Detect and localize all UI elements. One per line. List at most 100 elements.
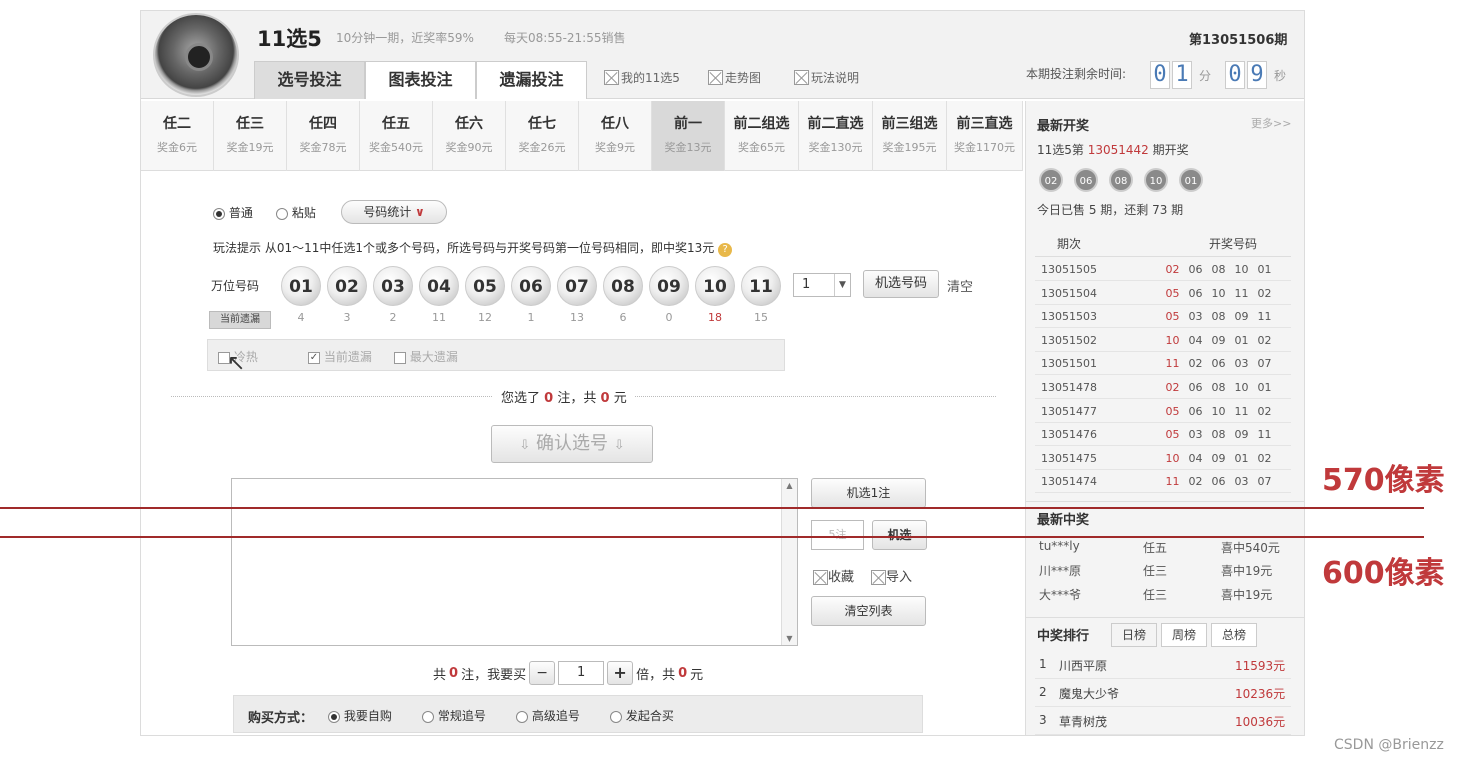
- arrow-down-icon: ⇩: [613, 438, 625, 453]
- random-count-input[interactable]: 5注: [811, 520, 864, 550]
- buy-self[interactable]: 我要自购: [328, 707, 392, 724]
- mode-paste[interactable]: 粘贴: [276, 204, 316, 221]
- winner-user: 川***原: [1039, 564, 1082, 578]
- tab-missing-bet[interactable]: 遗漏投注: [476, 61, 587, 99]
- draw-number: 09: [1211, 451, 1226, 465]
- draw-row: 13051476 05 03 08 09 11: [1035, 423, 1291, 447]
- buy-group[interactable]: 发起合买: [610, 707, 674, 724]
- tab-play-qian3-group[interactable]: 前三组选 奖金195元: [873, 101, 947, 171]
- winner-row: 大***爷 任三 喜中19元: [1035, 586, 1291, 606]
- winner-row: 川***原 任三 喜中19元: [1035, 562, 1291, 582]
- multiple-input[interactable]: 1: [558, 661, 605, 685]
- draw-numbers: 05 06 10 11 02: [1161, 405, 1276, 418]
- link-rules[interactable]: 玩法说明: [794, 69, 859, 86]
- draw-row: 13051477 05 06 10 11 02: [1035, 400, 1291, 423]
- draw-number: 05: [1165, 310, 1180, 324]
- buy-advanced-chase[interactable]: 高级追号: [516, 707, 580, 724]
- scrollbar[interactable]: ▲ ▼: [781, 479, 797, 645]
- missing-value: 15: [754, 311, 768, 324]
- import-button[interactable]: 导入: [871, 566, 912, 585]
- decrease-button[interactable]: −: [529, 661, 556, 685]
- play-name: 任四: [309, 116, 337, 132]
- tab-play-qian1[interactable]: 前一 奖金13元: [652, 101, 725, 171]
- number-ball-07[interactable]: 07: [557, 266, 597, 306]
- help-icon[interactable]: ?: [718, 243, 733, 257]
- draw-number: 08: [1211, 428, 1226, 442]
- number-ball-04[interactable]: 04: [419, 266, 459, 306]
- draw-number: 04: [1188, 333, 1203, 347]
- header-numbers: 开奖号码: [1209, 237, 1258, 251]
- random-pick-button[interactable]: 机选号码: [863, 270, 939, 298]
- tab-play-ren7[interactable]: 任七 奖金26元: [506, 101, 579, 171]
- random-one-button[interactable]: 机选1注: [811, 478, 926, 508]
- draw-number: 06: [1188, 263, 1203, 276]
- play-tip-text: 玩法提示 从01～11中任选1个或多个号码，所选号码与开奖号码第一位号码相同，即…: [213, 241, 715, 255]
- number-ball-11[interactable]: 11: [741, 266, 781, 306]
- play-name: 前三组选: [881, 116, 938, 132]
- link-my-lottery[interactable]: 我的11选5: [604, 69, 680, 86]
- ranking-row: 2 魔鬼大少爷 10236元: [1035, 679, 1291, 707]
- draw-number: 08: [1211, 310, 1226, 324]
- confirm-selection-button[interactable]: ⇩ 确认选号 ⇩: [491, 425, 653, 463]
- import-label: 导入: [886, 570, 913, 585]
- draw-numbers: 10 04 09 01 02: [1161, 452, 1276, 465]
- draw-numbers: 05 03 08 09 11: [1161, 310, 1276, 323]
- number-ball-02[interactable]: 02: [327, 266, 367, 306]
- draw-number: 02: [1257, 404, 1272, 418]
- filter-current-missing[interactable]: ✓ 当前遗漏: [308, 348, 372, 365]
- play-prize: 奖金1170元: [954, 141, 1015, 154]
- countdown-sec-tens: 0: [1225, 61, 1245, 89]
- favorite-button[interactable]: 收藏: [813, 566, 854, 585]
- tab-play-ren2[interactable]: 任二 奖金6元: [141, 101, 214, 171]
- filter-max-missing[interactable]: 最大遗漏: [394, 348, 458, 365]
- draw-number: 07: [1257, 475, 1272, 489]
- guide-line-570: [0, 507, 1424, 509]
- number-ball-09[interactable]: 09: [649, 266, 689, 306]
- draw-number: 02: [1257, 286, 1272, 300]
- mode-normal[interactable]: 普通: [213, 204, 253, 221]
- missing-value: 13: [570, 311, 584, 324]
- tab-ranking-day[interactable]: 日榜: [1111, 623, 1157, 647]
- tab-play-ren8[interactable]: 任八 奖金9元: [579, 101, 652, 171]
- draw-number: 11: [1257, 428, 1272, 442]
- number-ball-10[interactable]: 10: [695, 266, 735, 306]
- draw-number: 11: [1234, 286, 1249, 300]
- missing-value: 1: [527, 311, 535, 324]
- clear-link[interactable]: 清空: [947, 276, 973, 295]
- more-link[interactable]: 更多>>: [1251, 115, 1291, 131]
- buy-option-label: 发起合买: [625, 709, 674, 723]
- quantity-select[interactable]: 1 ▼: [793, 273, 851, 297]
- tab-play-qian3-direct[interactable]: 前三直选 奖金1170元: [947, 101, 1023, 171]
- number-ball-08[interactable]: 08: [603, 266, 643, 306]
- ranking-title: 中奖排行: [1037, 629, 1090, 644]
- tab-ranking-week[interactable]: 周榜: [1161, 623, 1207, 647]
- number-ball-03[interactable]: 03: [373, 266, 413, 306]
- link-trend-chart[interactable]: 走势图: [708, 69, 761, 86]
- buy-chase[interactable]: 常规追号: [422, 707, 486, 724]
- tab-chart-bet[interactable]: 图表投注: [365, 61, 476, 99]
- broken-image-icon: [813, 570, 828, 585]
- clear-list-button[interactable]: 清空列表: [811, 596, 926, 626]
- tab-ranking-total[interactable]: 总榜: [1211, 623, 1257, 647]
- number-ball-06[interactable]: 06: [511, 266, 551, 306]
- tab-select-number[interactable]: 选号投注: [254, 61, 365, 99]
- number-stats-button[interactable]: 号码统计 ∨: [341, 200, 447, 224]
- tab-play-qian2-direct[interactable]: 前二直选 奖金130元: [799, 101, 873, 171]
- draw-number: 09: [1234, 428, 1249, 442]
- random-button[interactable]: 机选: [872, 520, 927, 550]
- tab-play-qian2-group[interactable]: 前二组选 奖金65元: [725, 101, 799, 171]
- missing-value: 2: [389, 311, 397, 324]
- increase-button[interactable]: +: [607, 661, 634, 685]
- number-ball-01[interactable]: 01: [281, 266, 321, 306]
- scroll-up-icon[interactable]: ▲: [782, 481, 797, 490]
- scroll-down-icon[interactable]: ▼: [782, 634, 797, 643]
- bet-list-textarea[interactable]: ▲ ▼: [231, 478, 798, 646]
- number-ball-05[interactable]: 05: [465, 266, 505, 306]
- tab-play-ren6[interactable]: 任六 奖金90元: [433, 101, 506, 171]
- draw-line-text: 11选5第: [1037, 143, 1084, 157]
- tab-play-ren5[interactable]: 任五 奖金540元: [360, 101, 433, 171]
- play-name: 任二: [163, 116, 191, 132]
- draw-row: 13051478 02 06 08 10 01: [1035, 376, 1291, 399]
- tab-play-ren3[interactable]: 任三 奖金19元: [214, 101, 287, 171]
- tab-play-ren4[interactable]: 任四 奖金78元: [287, 101, 360, 171]
